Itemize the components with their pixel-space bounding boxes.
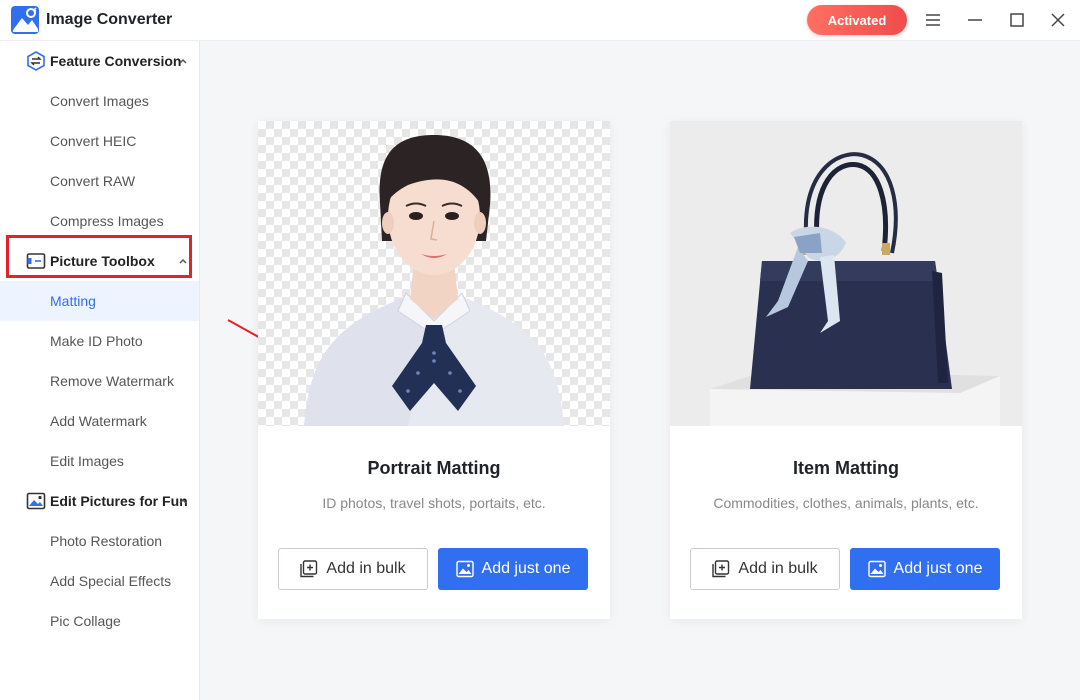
sidebar: Feature Conversion Convert Images Conver… — [0, 41, 200, 700]
card-title: Portrait Matting — [367, 458, 501, 478]
toolbox-icon — [26, 253, 46, 269]
add-just-one-button[interactable]: Add just one — [438, 548, 588, 590]
sidebar-item-label: Convert HEIC — [50, 133, 137, 149]
sidebar-item-make-id-photo[interactable]: Make ID Photo — [0, 321, 199, 361]
sidebar-item-label: Edit Images — [50, 453, 124, 469]
add-image-icon — [867, 560, 886, 578]
menu-icon[interactable] — [923, 10, 943, 30]
group-label: Feature Conversion — [50, 53, 182, 69]
add-bulk-icon — [300, 560, 318, 578]
portrait-matting-card: Portrait Matting ID photos, travel shots… — [258, 121, 610, 619]
add-bulk-icon — [712, 560, 730, 578]
sidebar-item-label: Add Watermark — [50, 413, 147, 429]
activated-button[interactable]: Activated — [807, 5, 907, 35]
app-title: Image Converter — [46, 11, 173, 28]
chevron-up-icon — [179, 498, 187, 504]
button-label: Add just one — [893, 560, 983, 577]
picture-icon — [26, 492, 46, 510]
portrait-image — [258, 121, 610, 426]
button-label: Add just one — [481, 560, 571, 577]
add-image-icon — [455, 560, 474, 578]
sidebar-item-pic-collage[interactable]: Pic Collage — [0, 601, 199, 641]
chevron-up-icon — [179, 258, 187, 264]
sidebar-item-photo-restoration[interactable]: Photo Restoration — [0, 521, 199, 561]
button-label: Add in bulk — [326, 560, 406, 577]
item-matting-card: Item Matting Commodities, clothes, anima… — [670, 121, 1022, 619]
sidebar-group-picture-toolbox[interactable]: Picture Toolbox — [0, 241, 199, 281]
button-label: Add in bulk — [738, 560, 818, 577]
sidebar-item-compress-images[interactable]: Compress Images — [0, 201, 199, 241]
maximize-icon[interactable] — [1007, 10, 1027, 30]
sidebar-item-convert-images[interactable]: Convert Images — [0, 81, 199, 121]
sidebar-item-convert-heic[interactable]: Convert HEIC — [0, 121, 199, 161]
convert-icon — [27, 51, 45, 71]
sidebar-item-label: Photo Restoration — [50, 533, 163, 549]
sidebar-item-matting[interactable]: Matting — [0, 281, 199, 321]
card-subtitle: Commodities, clothes, animals, plants, e… — [713, 495, 979, 511]
sidebar-item-remove-watermark[interactable]: Remove Watermark — [0, 361, 199, 401]
sidebar-item-label: Make ID Photo — [50, 333, 143, 349]
close-icon[interactable] — [1048, 10, 1068, 30]
sidebar-item-label: Matting — [50, 293, 96, 309]
sidebar-item-add-special-effects[interactable]: Add Special Effects — [0, 561, 199, 601]
group-label: Edit Pictures for Fun — [50, 493, 188, 509]
sidebar-item-edit-images[interactable]: Edit Images — [0, 441, 199, 481]
add-in-bulk-button[interactable]: Add in bulk — [278, 548, 428, 590]
chevron-up-icon — [179, 58, 187, 64]
title-bar: Image Converter Activated — [0, 0, 1080, 41]
group-label: Picture Toolbox — [50, 253, 155, 269]
handbag-image — [670, 121, 1022, 426]
sidebar-item-label: Convert RAW — [50, 173, 136, 189]
sidebar-item-add-watermark[interactable]: Add Watermark — [0, 401, 199, 441]
app-logo-icon — [11, 6, 39, 34]
sidebar-item-label: Convert Images — [50, 93, 149, 109]
sidebar-item-label: Pic Collage — [50, 613, 121, 629]
sidebar-group-feature-conversion[interactable]: Feature Conversion — [0, 41, 199, 81]
add-just-one-button[interactable]: Add just one — [850, 548, 1000, 590]
card-subtitle: ID photos, travel shots, portaits, etc. — [322, 495, 546, 511]
sidebar-item-label: Compress Images — [50, 213, 164, 229]
sidebar-item-label: Remove Watermark — [50, 373, 174, 389]
minimize-icon[interactable] — [965, 10, 985, 30]
sidebar-item-label: Add Special Effects — [50, 573, 172, 589]
add-in-bulk-button[interactable]: Add in bulk — [690, 548, 840, 590]
card-title: Item Matting — [793, 458, 899, 478]
sidebar-group-edit-pictures-for-fun[interactable]: Edit Pictures for Fun — [0, 481, 199, 521]
sidebar-item-convert-raw[interactable]: Convert RAW — [0, 161, 199, 201]
